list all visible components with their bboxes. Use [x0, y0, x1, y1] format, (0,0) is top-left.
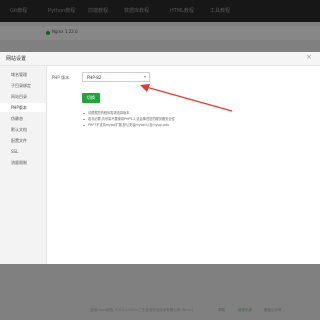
- annotation-arrow-icon: [140, 84, 233, 112]
